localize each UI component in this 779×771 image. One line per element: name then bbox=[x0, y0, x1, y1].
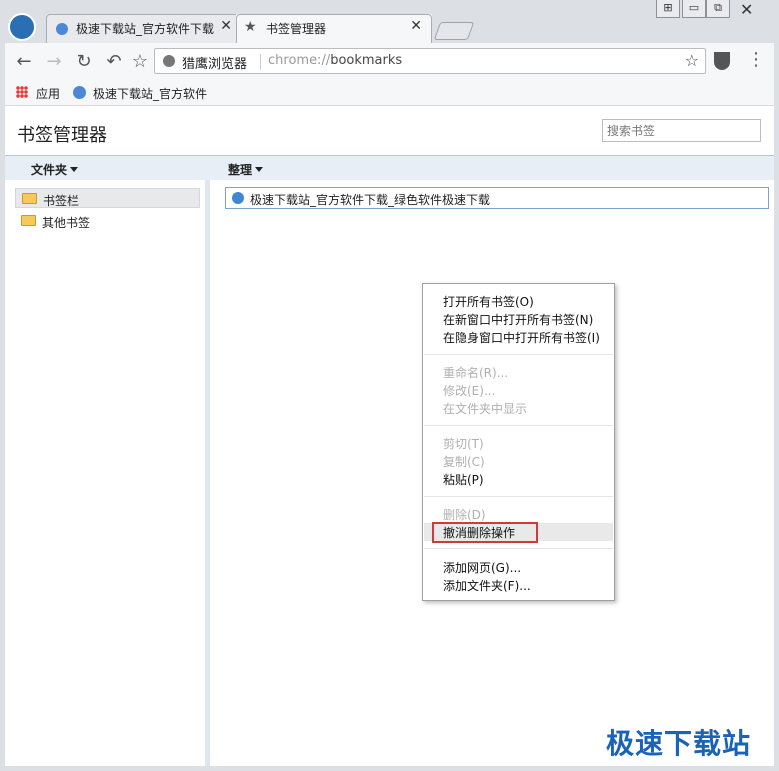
bookmark-row[interactable]: 极速下载站_官方软件下载_绿色软件极速下载 bbox=[225, 187, 769, 209]
reload-icon[interactable]: ↻ bbox=[72, 51, 96, 72]
shield-icon[interactable] bbox=[714, 52, 730, 70]
undo-close-icon[interactable]: ↶ bbox=[102, 51, 126, 72]
menu-separator bbox=[424, 354, 613, 355]
menu-item-add-page[interactable]: 添加网页(G)... bbox=[443, 559, 521, 576]
close-tab-icon[interactable]: ✕ bbox=[220, 18, 232, 34]
bookmark-title: 极速下载站_官方软件下载_绿色软件极速下载 bbox=[250, 193, 491, 207]
tab-strip: 极速下载站_官方软件下载 ✕ ★ 书签管理器 ✕ ⊞ ▭ ⧉ ✕ bbox=[0, 0, 779, 43]
star-icon: ★ bbox=[244, 19, 257, 35]
bookmark-star-icon[interactable]: ☆ bbox=[685, 51, 699, 70]
folder-icon bbox=[21, 215, 36, 226]
menu-item-paste[interactable]: 粘贴(P) bbox=[443, 471, 484, 488]
address-bar[interactable]: 猎鹰浏览器 chrome://bookmarks ☆ bbox=[154, 48, 706, 74]
menu-separator bbox=[424, 425, 613, 426]
globe-icon bbox=[232, 192, 244, 204]
tree-item-label: 其他书签 bbox=[42, 216, 91, 230]
column-header: 文件夹 整理 bbox=[5, 156, 775, 180]
globe-icon bbox=[56, 23, 68, 35]
url-path: bookmarks bbox=[330, 53, 403, 68]
menu-item-show-in-folder[interactable]: 在文件夹中显示 bbox=[443, 400, 527, 417]
tile-windows-button[interactable]: ⊞ bbox=[656, 0, 680, 18]
page-title: 书签管理器 bbox=[17, 125, 107, 146]
navigation-toolbar: ← → ↻ ↶ ☆ 猎鹰浏览器 chrome://bookmarks ☆ ⋮ bbox=[0, 43, 779, 81]
tree-item-label: 书签栏 bbox=[43, 194, 80, 208]
globe-icon bbox=[73, 86, 86, 99]
menu-icon[interactable]: ⋮ bbox=[744, 49, 768, 70]
window-frame bbox=[0, 43, 5, 771]
site-label: 猎鹰浏览器 bbox=[182, 57, 248, 72]
browser-logo-icon[interactable] bbox=[8, 13, 36, 41]
menu-separator bbox=[424, 548, 613, 549]
apps-grid-icon[interactable] bbox=[16, 86, 28, 98]
menu-item-add-folder[interactable]: 添加文件夹(F)... bbox=[443, 577, 531, 594]
window-frame bbox=[774, 43, 779, 771]
folders-label: 文件夹 bbox=[31, 163, 68, 177]
menu-item-delete[interactable]: 删除(D) bbox=[443, 506, 486, 523]
site-info-icon[interactable] bbox=[163, 55, 175, 67]
highlight-box bbox=[432, 522, 538, 543]
menu-item-open-all[interactable]: 打开所有书签(O) bbox=[443, 293, 534, 310]
organize-label: 整理 bbox=[228, 163, 253, 177]
window-frame bbox=[0, 766, 779, 771]
menu-item-open-all-incognito[interactable]: 在隐身窗口中打开所有书签(I) bbox=[443, 329, 600, 346]
url-text[interactable]: chrome://bookmarks bbox=[268, 53, 402, 68]
restore-button[interactable]: ⧉ bbox=[706, 0, 730, 18]
menu-item-rename[interactable]: 重命名(R)... bbox=[443, 364, 508, 381]
tab-title: 极速下载站_官方软件下载 bbox=[76, 22, 215, 36]
tab-bookmark-manager[interactable]: ★ 书签管理器 ✕ bbox=[236, 14, 432, 43]
bookmark-bar-item[interactable]: 极速下载站_官方软件 bbox=[93, 85, 207, 102]
folders-menu-button[interactable]: 文件夹 bbox=[31, 161, 79, 178]
folder-tree-pane bbox=[5, 180, 205, 766]
minimize-button[interactable]: ▭ bbox=[682, 0, 706, 18]
menu-separator bbox=[424, 496, 613, 497]
pane-splitter[interactable] bbox=[205, 180, 210, 766]
menu-item-copy[interactable]: 复制(C) bbox=[443, 453, 485, 470]
window-close-button[interactable]: ✕ bbox=[740, 0, 753, 19]
caret-down-icon bbox=[255, 167, 264, 172]
bookmarks-bar: 应用 极速下载站_官方软件 bbox=[0, 81, 779, 106]
back-icon[interactable]: ← bbox=[12, 51, 36, 72]
menu-item-edit[interactable]: 修改(E)... bbox=[443, 382, 495, 399]
search-bookmarks-input[interactable] bbox=[602, 119, 761, 142]
url-scheme: chrome:// bbox=[268, 53, 331, 68]
watermark-logo: 极速下载站 bbox=[606, 727, 752, 760]
close-tab-icon[interactable]: ✕ bbox=[410, 18, 422, 34]
new-tab-button[interactable] bbox=[433, 22, 475, 40]
tab-title: 书签管理器 bbox=[266, 22, 327, 36]
forward-icon[interactable]: → bbox=[42, 51, 66, 72]
menu-item-cut[interactable]: 剪切(T) bbox=[443, 435, 484, 452]
tree-item-other-bookmarks[interactable]: 其他书签 bbox=[15, 211, 200, 231]
folder-icon bbox=[22, 193, 37, 204]
tab-download-site[interactable]: 极速下载站_官方软件下载 ✕ bbox=[46, 14, 242, 43]
caret-down-icon bbox=[70, 167, 79, 172]
menu-item-open-all-new-window[interactable]: 在新窗口中打开所有书签(N) bbox=[443, 311, 593, 328]
apps-shortcut[interactable]: 应用 bbox=[36, 85, 60, 102]
divider bbox=[260, 54, 261, 70]
organize-menu-button[interactable]: 整理 bbox=[228, 161, 264, 178]
context-menu: 打开所有书签(O) 在新窗口中打开所有书签(N) 在隐身窗口中打开所有书签(I)… bbox=[422, 283, 615, 601]
home-icon[interactable]: ☆ bbox=[128, 51, 152, 72]
tree-item-bookmarks-bar[interactable]: 书签栏 bbox=[15, 188, 200, 208]
